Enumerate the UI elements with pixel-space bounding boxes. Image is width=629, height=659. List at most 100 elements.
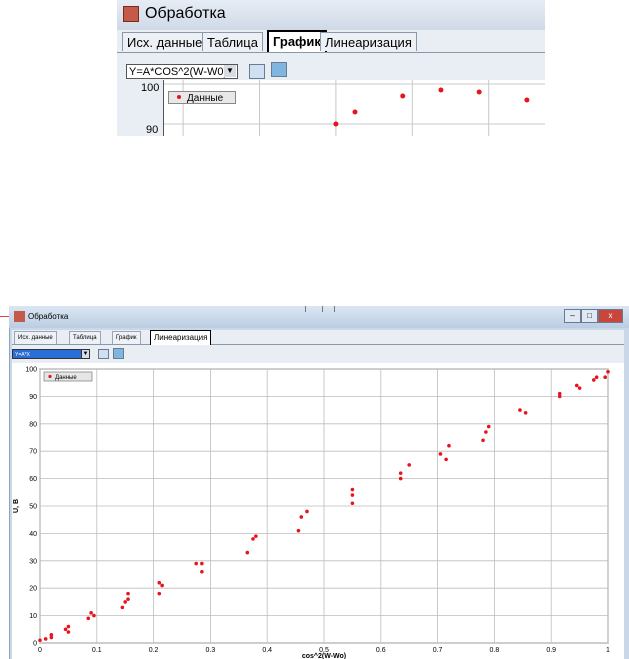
legend-label: Данные (187, 93, 224, 104)
x-tick-label: 0.3 (206, 647, 216, 654)
minimize-button[interactable]: – (564, 309, 581, 323)
data-point (407, 463, 412, 467)
tab-table[interactable]: Таблица (69, 331, 101, 344)
tab-bar: Исх. данные Таблица График Линеаризация (12, 330, 624, 345)
data-point (126, 597, 130, 601)
y-tick-100: 100 (141, 82, 160, 94)
data-point (438, 87, 444, 93)
chart-settings-button[interactable] (249, 64, 265, 79)
data-point (296, 528, 301, 533)
top-plot-area (163, 80, 545, 136)
data-point (194, 561, 198, 566)
export-image-button[interactable] (271, 62, 287, 77)
data-point (603, 375, 607, 380)
chevron-down-icon[interactable]: ▼ (224, 65, 236, 77)
window-title: Обработка (145, 5, 226, 22)
data-point (123, 600, 127, 604)
chevron-down-icon[interactable]: ▼ (81, 349, 90, 359)
data-point (333, 121, 339, 127)
data-point (43, 637, 48, 641)
data-point (577, 386, 582, 390)
y-axis-label: U, B (13, 499, 20, 513)
tab-graph[interactable]: График (112, 331, 141, 344)
formula-select[interactable]: Y=A*X (12, 349, 90, 359)
y-tick-label: 80 (29, 421, 37, 428)
data-point (606, 369, 610, 374)
data-point (251, 537, 255, 541)
left-margin (0, 306, 9, 659)
tab-source-data[interactable]: Исх. данные (122, 32, 208, 51)
y-tick-label: 90 (29, 394, 37, 401)
data-point (92, 613, 96, 618)
data-point (126, 591, 130, 596)
data-point (350, 493, 355, 497)
data-point (63, 627, 68, 632)
app-icon (123, 6, 139, 22)
y-tick-90: 90 (146, 124, 159, 136)
top-scatter-chart (164, 80, 545, 136)
data-point (245, 550, 250, 555)
graph-panel: Y=A*COS^2(W-W0) ▼ 100 90 Данные (117, 53, 545, 136)
window-title: Обработка (28, 312, 69, 321)
legend-marker (177, 95, 181, 99)
data-point (120, 605, 125, 610)
data-point (523, 411, 528, 415)
y-tick-label: 30 (29, 558, 37, 565)
data-point (66, 624, 71, 629)
y-tick-label: 10 (29, 613, 37, 620)
data-point (481, 438, 485, 443)
data-point (66, 630, 71, 634)
data-point (157, 591, 162, 596)
data-point (299, 515, 304, 519)
data-point (400, 93, 406, 99)
tab-bar: Исх. данные Таблица График Линеаризация (117, 30, 545, 53)
edge-marker (0, 316, 9, 317)
data-point (160, 583, 164, 588)
y-tick-label: 70 (29, 449, 37, 456)
formula-select[interactable]: Y=A*COS^2(W-W0) (126, 64, 238, 79)
data-point (524, 97, 530, 103)
x-tick-label: 0.2 (149, 647, 159, 654)
tab-graph[interactable]: График (267, 30, 327, 52)
y-tick-label: 40 (29, 531, 37, 538)
x-tick-label: 0.8 (490, 647, 500, 654)
close-button[interactable]: x (598, 309, 623, 323)
tab-source-data[interactable]: Исх. данные (14, 331, 57, 344)
data-point (86, 616, 91, 621)
data-point (352, 109, 358, 115)
data-point (89, 611, 93, 615)
tab-table[interactable]: Таблица (202, 32, 263, 51)
data-point (486, 424, 491, 429)
linearization-scatter-chart: 0 0.1 0.2 0.3 0.4 0.5 0.6 0.7 0.8 0.9 101020304050… (13, 367, 610, 659)
bottom-window: Обработка – □ x Исх. данные Таблица Граф… (0, 306, 629, 659)
chart-settings-button[interactable] (98, 349, 109, 359)
data-point (592, 378, 596, 382)
tab-linearization[interactable]: Линеаризация (150, 330, 212, 345)
data-point (518, 408, 522, 412)
x-tick-label: 0 (38, 647, 42, 654)
y-tick-label: 50 (29, 504, 37, 511)
maximize-button[interactable]: □ (581, 309, 598, 323)
app-icon (14, 311, 25, 322)
export-image-button[interactable] (113, 348, 124, 359)
data-point (157, 580, 162, 585)
y-tick-label: 20 (29, 586, 37, 593)
data-point (574, 383, 579, 388)
data-point (350, 487, 355, 492)
x-tick-label: 0.1 (92, 647, 102, 654)
x-tick-label: 0.9 (546, 647, 556, 654)
tab-linearization[interactable]: Линеаризация (320, 32, 417, 51)
data-point (200, 561, 204, 566)
top-window: Обработка Исх. данные Таблица График Лин… (117, 0, 545, 136)
x-tick-label: 1 (606, 647, 610, 654)
data-point (476, 89, 482, 95)
data-point (38, 638, 42, 643)
y-tick-label: 60 (29, 476, 37, 483)
y-tick-label: 100 (25, 367, 37, 374)
x-axis-label: cos^2(W-Wo) (302, 652, 346, 659)
x-tick-label: 0.7 (433, 647, 443, 654)
legend-marker (48, 374, 52, 379)
y-tick-label: 0 (33, 641, 37, 648)
data-point (398, 476, 403, 481)
data-point (438, 452, 443, 456)
